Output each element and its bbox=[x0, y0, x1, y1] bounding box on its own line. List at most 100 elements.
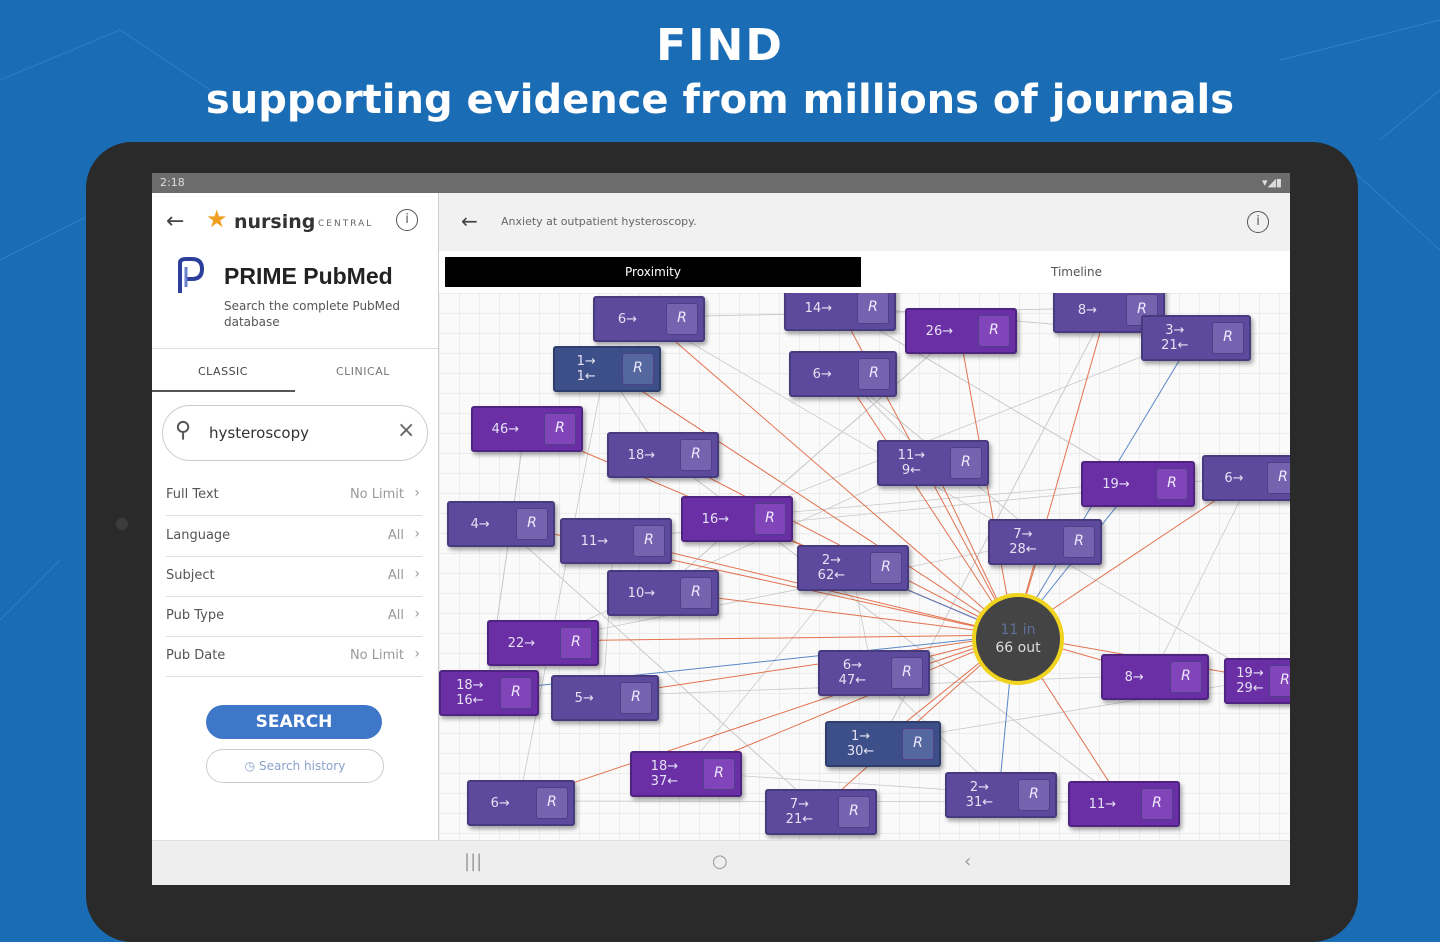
search-button[interactable]: SEARCH bbox=[206, 705, 382, 739]
node-related-button[interactable]: R bbox=[754, 503, 786, 535]
article-node[interactable]: 19→ 29← R bbox=[1224, 658, 1290, 704]
node-counts: 11→ bbox=[562, 520, 627, 562]
article-node[interactable]: 14→ R bbox=[784, 293, 896, 331]
node-related-button[interactable]: R bbox=[1156, 468, 1188, 500]
graph-edge bbox=[602, 634, 1015, 697]
node-related-button[interactable]: R bbox=[1170, 661, 1202, 693]
history-icon: ◷ bbox=[244, 759, 256, 773]
node-related-button[interactable]: R bbox=[1018, 779, 1050, 811]
article-node[interactable]: 1→ 30← R bbox=[825, 721, 941, 767]
node-related-button[interactable]: R bbox=[950, 447, 982, 479]
info-icon[interactable]: i bbox=[1247, 211, 1269, 233]
node-related-button[interactable]: R bbox=[622, 353, 654, 385]
node-counts: 18→ 16← bbox=[441, 672, 499, 714]
tab-clinical[interactable]: CLINICAL bbox=[336, 365, 390, 378]
node-related-button[interactable]: R bbox=[858, 358, 890, 390]
tab-timeline[interactable]: Timeline bbox=[869, 257, 1284, 287]
tab-classic[interactable]: CLASSIC bbox=[198, 365, 248, 378]
article-node[interactable]: 46→ R bbox=[471, 406, 583, 452]
filter-language[interactable]: Language All › bbox=[166, 516, 422, 557]
node-related-button[interactable]: R bbox=[680, 439, 712, 471]
article-node[interactable]: 26→ R bbox=[905, 308, 1017, 354]
article-node[interactable]: 1→ 1← R bbox=[553, 346, 661, 392]
back-arrow-icon[interactable]: ← bbox=[166, 209, 184, 234]
back-arrow-icon[interactable]: ← bbox=[461, 209, 478, 233]
node-related-button[interactable]: R bbox=[902, 728, 934, 760]
node-related-button[interactable]: R bbox=[857, 293, 889, 324]
article-node[interactable]: 6→ R bbox=[593, 296, 705, 342]
node-counts: 26→ bbox=[907, 310, 972, 352]
node-related-button[interactable]: R bbox=[1269, 665, 1290, 697]
status-time: 2:18 bbox=[160, 176, 185, 189]
node-related-button[interactable]: R bbox=[891, 657, 923, 689]
node-related-button[interactable]: R bbox=[500, 677, 532, 709]
node-related-button[interactable]: R bbox=[666, 303, 698, 335]
article-node[interactable]: 2→ 62← R bbox=[797, 545, 909, 591]
filter-full-text[interactable]: Full Text No Limit › bbox=[166, 475, 422, 516]
node-related-button[interactable]: R bbox=[870, 552, 902, 584]
filter-label: Language bbox=[166, 528, 231, 543]
filter-pub-type[interactable]: Pub Type All › bbox=[166, 596, 422, 637]
article-node[interactable]: 4→ R bbox=[447, 501, 555, 547]
graph-edge bbox=[840, 371, 1015, 636]
recents-icon[interactable]: ||| bbox=[464, 851, 482, 872]
article-node[interactable]: 11→ R bbox=[1068, 781, 1180, 827]
article-node[interactable]: 10→ R bbox=[607, 570, 719, 616]
center-article-node[interactable]: 11 in 66 out bbox=[972, 593, 1064, 685]
node-related-button[interactable]: R bbox=[1141, 788, 1173, 820]
article-node[interactable]: 11→ 9← R bbox=[877, 440, 989, 486]
node-related-button[interactable]: R bbox=[536, 787, 568, 819]
article-node[interactable]: 18→ R bbox=[607, 432, 719, 478]
node-related-button[interactable]: R bbox=[1267, 462, 1290, 494]
node-out-count: 19→ bbox=[1236, 666, 1264, 681]
article-node[interactable]: 3→ 21← R bbox=[1141, 315, 1251, 361]
filter-pub-date[interactable]: Pub Date No Limit › bbox=[166, 636, 422, 677]
node-counts: 1→ 30← bbox=[827, 723, 894, 765]
node-related-button[interactable]: R bbox=[620, 682, 652, 714]
article-node[interactable]: 6→ R bbox=[1202, 455, 1290, 501]
article-node[interactable]: 2→ 31← R bbox=[945, 772, 1057, 818]
search-history-button[interactable]: ◷ Search history bbox=[206, 749, 384, 783]
node-related-button[interactable]: R bbox=[560, 627, 592, 659]
filter-subject[interactable]: Subject All › bbox=[166, 556, 422, 597]
node-out-count: 18→ bbox=[650, 759, 679, 774]
node-related-button[interactable]: R bbox=[978, 315, 1010, 347]
article-node[interactable]: 7→ 21← R bbox=[765, 789, 877, 835]
node-related-button[interactable]: R bbox=[516, 508, 548, 540]
article-header: ← Anxiety at outpatient hysteroscopy. i bbox=[439, 193, 1290, 251]
tab-proximity[interactable]: Proximity bbox=[445, 257, 861, 287]
article-node[interactable]: 16→ R bbox=[681, 496, 793, 542]
node-related-button[interactable]: R bbox=[1212, 322, 1244, 354]
node-related-button[interactable]: R bbox=[838, 796, 870, 828]
article-node[interactable]: 18→ 16← R bbox=[439, 670, 539, 716]
back-icon[interactable]: ‹ bbox=[964, 851, 971, 872]
article-node[interactable]: 8→ R bbox=[1101, 654, 1209, 700]
citation-graph[interactable]: 6→ R 14→ R 26→ R 8→ R 3→ 21← R 1→ 1← R 6→ R 46→ R 18→ R 11→ 9… bbox=[439, 293, 1290, 841]
node-counts: 10→ bbox=[609, 572, 674, 614]
search-input[interactable] bbox=[207, 420, 391, 446]
article-node[interactable]: 5→ R bbox=[551, 675, 659, 721]
info-icon[interactable]: i bbox=[396, 209, 418, 231]
article-node[interactable]: 6→ 47← R bbox=[818, 650, 930, 696]
article-node[interactable]: 6→ R bbox=[467, 780, 575, 826]
article-node[interactable]: 22→ R bbox=[487, 620, 599, 666]
node-related-button[interactable]: R bbox=[1063, 526, 1095, 558]
article-node[interactable]: 18→ 37← R bbox=[630, 751, 742, 797]
node-out-count: 5→ bbox=[574, 690, 594, 706]
article-node[interactable]: 6→ R bbox=[789, 351, 897, 397]
node-related-button[interactable]: R bbox=[544, 413, 576, 445]
clear-icon[interactable]: × bbox=[397, 418, 415, 443]
article-node[interactable]: 19→ R bbox=[1081, 461, 1195, 507]
node-related-button[interactable]: R bbox=[703, 758, 735, 790]
node-out-count: 1→ bbox=[851, 729, 871, 744]
node-out-count: 6→ bbox=[617, 311, 637, 327]
node-related-button[interactable]: R bbox=[680, 577, 712, 609]
node-related-button[interactable]: R bbox=[633, 525, 665, 557]
article-node[interactable]: 11→ R bbox=[560, 518, 672, 564]
camera bbox=[116, 518, 128, 530]
node-out-count: 7→ bbox=[789, 797, 809, 812]
home-icon[interactable]: ○ bbox=[712, 851, 728, 872]
article-node[interactable]: 7→ 28← R bbox=[988, 519, 1102, 565]
status-bar: 2:18 ▾◢▮ bbox=[152, 173, 1290, 193]
node-counts: 7→ 28← bbox=[990, 521, 1056, 563]
